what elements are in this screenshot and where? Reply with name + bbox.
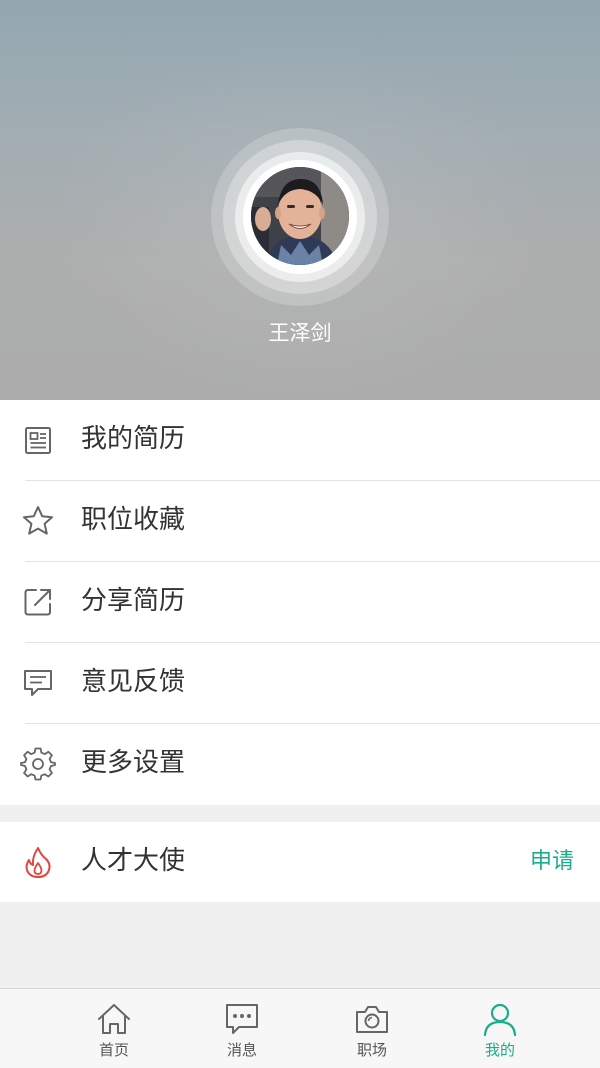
resume-icon xyxy=(25,427,51,454)
star-icon xyxy=(23,506,53,535)
feedback-icon xyxy=(24,670,52,696)
person-icon xyxy=(483,1003,517,1037)
menu-item-feedback[interactable]: 意见反馈 xyxy=(0,643,600,724)
tab-messages[interactable]: 消息 xyxy=(182,989,302,1068)
menu-item-label: 更多设置 xyxy=(81,748,186,778)
profile-header: 王泽剑 xyxy=(0,0,600,400)
gear-icon xyxy=(20,747,56,781)
talent-ambassador-row[interactable]: 人才大使 申请 xyxy=(0,822,600,902)
home-icon xyxy=(98,1004,130,1034)
menu-item-label: 意见反馈 xyxy=(81,667,186,697)
tab-mine[interactable]: 我的 xyxy=(440,989,560,1068)
menu-item-share-resume[interactable]: 分享简历 xyxy=(0,562,600,643)
menu-item-favorites[interactable]: 职位收藏 xyxy=(0,481,600,562)
profile-name: 王泽剑 xyxy=(268,321,332,345)
menu-item-label: 我的简历 xyxy=(81,424,186,454)
share-icon xyxy=(24,589,51,616)
talent-ambassador-label: 人才大使 xyxy=(81,846,186,876)
bottom-tab-bar: 首页 消息 职场 我的 xyxy=(0,988,600,1068)
tab-label: 我的 xyxy=(484,1041,515,1059)
menu-item-settings[interactable]: 更多设置 xyxy=(0,724,600,805)
tab-label: 首页 xyxy=(98,1041,129,1059)
avatar-photo xyxy=(251,167,349,265)
message-icon xyxy=(226,1004,258,1034)
flame-icon xyxy=(25,847,51,878)
camera-icon xyxy=(356,1006,388,1033)
tab-label: 职场 xyxy=(356,1041,387,1059)
menu-item-label: 职位收藏 xyxy=(81,505,186,535)
tab-home[interactable]: 首页 xyxy=(54,989,174,1068)
tab-label: 消息 xyxy=(226,1041,257,1059)
menu-item-label: 分享简历 xyxy=(81,586,186,616)
apply-button[interactable]: 申请 xyxy=(530,846,574,878)
avatar[interactable] xyxy=(251,167,349,265)
tab-workplace[interactable]: 职场 xyxy=(312,989,432,1068)
menu-item-resume[interactable]: 我的简历 xyxy=(0,400,600,481)
menu-list: 我的简历 职位收藏 分享简历 意见反馈 更多设置 xyxy=(0,400,600,805)
